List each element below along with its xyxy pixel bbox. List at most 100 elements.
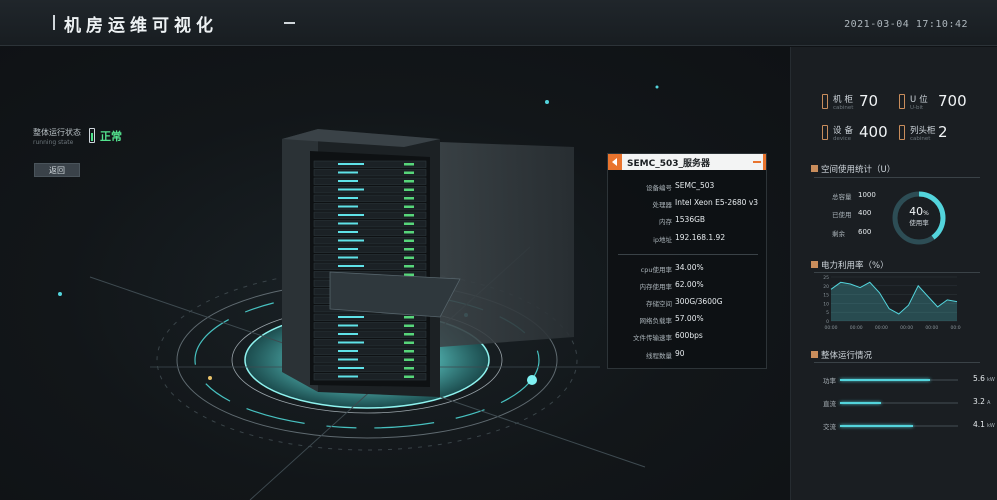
popup-row-key: 网络负载率: [639, 317, 673, 325]
rack-unit-led: [404, 367, 414, 370]
popup-row-key: 内存使用率: [639, 283, 673, 291]
rack-unit-light: [338, 341, 364, 344]
rack-unit-light: [338, 231, 358, 233]
space-row-value: 400: [858, 209, 872, 217]
running-state-sublabel: running state: [33, 139, 74, 146]
stat-en: device: [833, 136, 852, 142]
stat-name: 机柜: [833, 95, 857, 105]
popup-row: 内存使用率 62.00%: [608, 279, 768, 293]
stat-name: 列头柜: [910, 126, 936, 136]
popup-row-value: 62.00%: [675, 280, 704, 289]
rack-unit-led: [404, 239, 414, 242]
scene-viewport[interactable]: 整体运行状态 running state 正常 返回 SEMC_503_服务器 …: [0, 47, 790, 500]
stat-en: cabinet: [833, 105, 854, 111]
space-section-title: 空间使用统计（U）: [810, 165, 896, 175]
header-datetime: 2021-03-04 17:10:42: [844, 19, 968, 30]
rack-unit-led: [404, 333, 414, 336]
rack-unit-light: [338, 197, 358, 199]
battery-icon: [89, 128, 95, 143]
stat-en: cabinet: [910, 136, 931, 142]
rack-unit-light: [338, 171, 358, 174]
space-row-value: 600: [858, 228, 872, 236]
popup-row: 线程数量 90: [608, 348, 768, 362]
rack-unit-light: [338, 205, 358, 208]
rack-unit-led: [404, 375, 414, 378]
chart-area: [831, 282, 957, 321]
popup-row-value: 1536GB: [675, 215, 706, 224]
chart-x-tick: 00:00: [850, 325, 863, 331]
rack-unit-led: [404, 324, 414, 327]
popup-row-value: 57.00%: [675, 314, 704, 323]
rack-unit-light: [338, 333, 358, 335]
popup-row-key: 设备编号: [646, 184, 672, 192]
rack-unit-led: [404, 265, 414, 268]
space-row: 剩余 600: [832, 228, 871, 238]
rack-unit-led: [404, 214, 414, 217]
minimize-icon[interactable]: [752, 154, 762, 170]
rack-unit-led: [404, 248, 414, 251]
stat-value: 2: [938, 123, 948, 141]
running-state-value: 正常: [100, 130, 122, 143]
popup-row-key: 内存: [659, 218, 672, 226]
popup-row-key: 文件传输速率: [633, 334, 672, 342]
space-row: 总容量 1000: [832, 191, 876, 201]
popup-row-value: 600bps: [675, 331, 703, 340]
rack-unit-light: [338, 222, 358, 225]
right-panel: 机柜 cabinet 70 U位 U-bit 700 设备 device 400…: [790, 47, 997, 500]
usage-label: 使用率: [909, 219, 929, 227]
chart-x-tick: 00:00: [900, 325, 913, 331]
stat-value: 400: [859, 123, 888, 141]
rack-unit-led: [404, 222, 414, 225]
popup-title: SEMC_503_服务器: [627, 159, 710, 169]
popup-row: 存储空间 300G/3600G: [608, 296, 768, 310]
operation-key: 直流: [823, 400, 836, 408]
chart-y-tick: 0: [826, 319, 829, 325]
stat-value: 700: [938, 92, 967, 110]
chart-y-tick: 10: [823, 301, 829, 307]
operation-value: 5.6 kW: [973, 374, 995, 383]
server-info-popup: SEMC_503_服务器 设备编号 SEMC_503 处理器 Intel Xeo…: [607, 153, 767, 369]
rack-unit-led: [404, 197, 414, 200]
popup-row-key: 处理器: [652, 201, 673, 209]
popup-row: ip地址 192.168.1.92: [608, 232, 768, 246]
operation-key: 功率: [823, 377, 836, 385]
usage-ring-text: 40% 使用率: [904, 205, 934, 227]
operation-value: 3.2 A: [973, 397, 991, 406]
chart-x-tick: 00:00: [951, 325, 961, 331]
popup-row: 设备编号 SEMC_503: [608, 180, 768, 194]
popup-row: 内存 1536GB: [608, 214, 768, 228]
collapse-arrow-icon[interactable]: [608, 154, 622, 170]
rack-unit-light: [338, 367, 364, 369]
rack-unit-light: [338, 256, 358, 259]
operation-row-ac: 交流 4.1 kW: [823, 420, 995, 431]
running-state: 整体运行状态 running state 正常: [33, 127, 122, 146]
title-dash: [284, 22, 295, 24]
rack-unit-light: [338, 316, 364, 318]
rack-unit-led: [404, 316, 414, 319]
rack-unit-light: [338, 188, 364, 191]
back-button[interactable]: 返回: [34, 163, 80, 177]
rack-unit-light: [338, 350, 358, 352]
space-row-key: 总容量: [832, 193, 852, 201]
u-bit-icon: [899, 94, 905, 109]
rack-unit-led: [404, 256, 414, 259]
popup-row: 文件传输速率 600bps: [608, 330, 768, 344]
operation-value: 4.1 kW: [973, 420, 995, 429]
operation-fill: [840, 425, 914, 427]
rack-unit-light: [338, 375, 358, 378]
rack-unit-led: [404, 350, 414, 353]
operation-track: [840, 402, 958, 404]
popup-row-key: 线程数量: [646, 352, 672, 360]
operation-row-power: 功率 5.6 kW: [823, 374, 995, 385]
popup-row-value: 90: [675, 349, 685, 358]
rack-unit-light: [338, 324, 358, 327]
rack-unit-led: [404, 180, 414, 183]
popup-row-key: cpu使用率: [640, 266, 672, 274]
power-section-title: 电力利用率（%）: [811, 261, 889, 271]
operation-row-dc: 直流 3.2 A: [823, 397, 990, 408]
chart-x-tick: 00:00: [875, 325, 888, 331]
chart-x-tick: 00:00: [825, 325, 838, 331]
popup-row: 处理器 Intel Xeon E5-2680 v3: [608, 197, 768, 211]
rack-unit-light: [338, 239, 364, 242]
popup-row-value: SEMC_503: [675, 181, 715, 190]
